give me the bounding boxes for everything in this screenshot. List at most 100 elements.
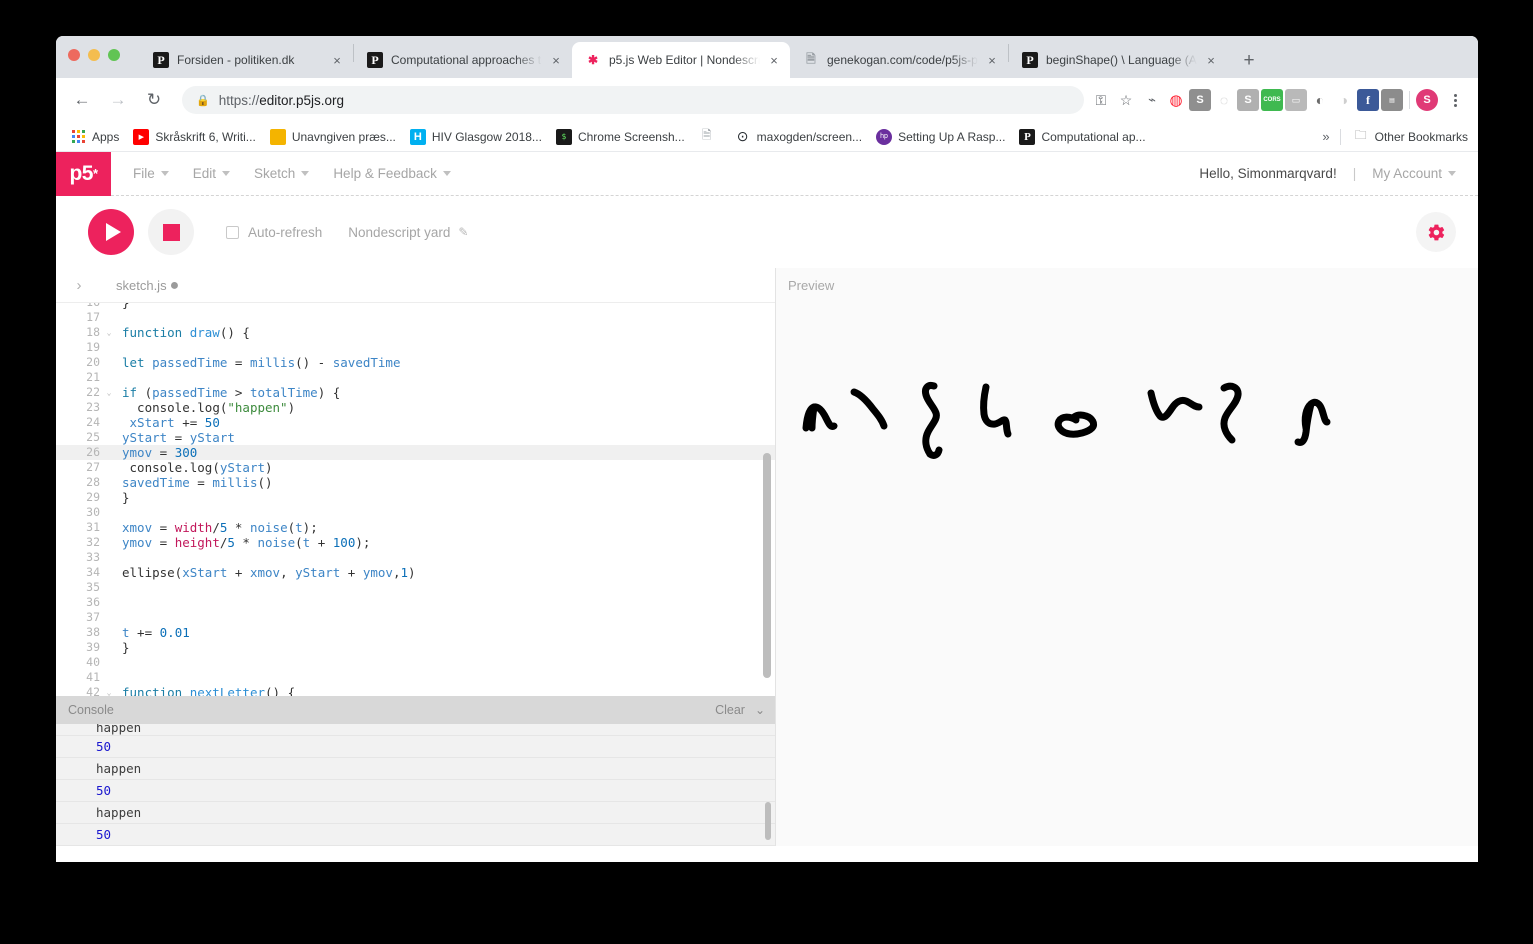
code-fold-icon[interactable]: ⌄ xyxy=(104,385,114,400)
play-button[interactable] xyxy=(88,209,134,255)
blocks-icon[interactable]: ▤ xyxy=(1381,89,1403,111)
tab-title: Computational approaches to t xyxy=(391,53,542,67)
cast-icon[interactable]: ⌁ xyxy=(1141,89,1163,111)
bookmark-item[interactable]: Unavngiven præs... xyxy=(269,128,396,145)
s-icon[interactable]: S xyxy=(1189,89,1211,111)
menu-edit[interactable]: Edit xyxy=(193,166,231,181)
browser-tab[interactable]: 🗎 genekogan.com/code/p5js-per × xyxy=(790,42,1008,78)
code-line[interactable]: 17 xyxy=(56,310,775,325)
code-line[interactable]: 29} xyxy=(56,490,775,505)
code-line[interactable]: 40 xyxy=(56,655,775,670)
skype-icon[interactable]: S xyxy=(1237,89,1259,111)
dots-circle-icon[interactable]: ◌ xyxy=(1213,89,1235,111)
back-icon[interactable]: ← xyxy=(68,86,96,114)
code-line[interactable]: 27 console.log(yStart) xyxy=(56,460,775,475)
menu-file[interactable]: File xyxy=(133,166,169,181)
star-icon[interactable]: ☆ xyxy=(1115,89,1137,111)
code-line[interactable]: 39} xyxy=(56,640,775,655)
p5-logo[interactable]: p5 * xyxy=(56,151,111,196)
key-icon[interactable]: ⚿ xyxy=(1090,89,1112,111)
chevron-down-icon xyxy=(160,171,169,176)
stop-button[interactable] xyxy=(148,209,194,255)
bookmarks-overflow-icon[interactable]: » xyxy=(1322,129,1329,144)
half-circle-icon[interactable]: ◑ xyxy=(1333,89,1355,111)
profile-avatar[interactable]: S xyxy=(1416,89,1438,111)
bookmark-item[interactable]: 🗎 xyxy=(699,128,721,145)
code-line[interactable]: 23 console.log("happen") xyxy=(56,400,775,415)
settings-button[interactable] xyxy=(1416,212,1456,252)
reload-icon[interactable]: ↻ xyxy=(140,86,168,114)
code-line[interactable]: 34 ellipse(xStart + xmov, yStart + ymov,1… xyxy=(56,565,775,580)
menu-help[interactable]: Help & Feedback xyxy=(333,166,451,181)
minimize-window-button[interactable] xyxy=(88,49,100,61)
sidebar-expand-icon[interactable]: › xyxy=(62,277,96,294)
close-icon[interactable]: × xyxy=(766,52,782,68)
browser-tab[interactable]: P Computational approaches to t × xyxy=(354,42,572,78)
chevron-down-icon[interactable]: ⌄ xyxy=(755,703,765,717)
bookmark-item[interactable]: ⊙ maxogden/screen... xyxy=(735,128,862,145)
close-icon[interactable]: × xyxy=(984,52,1000,68)
code-line[interactable]: 24 xStart += 50 xyxy=(56,415,775,430)
opera-vpn-icon[interactable]: ◍ xyxy=(1165,89,1187,111)
sketch-canvas[interactable] xyxy=(776,308,1478,846)
editor-scrollbar[interactable] xyxy=(763,453,771,678)
code-fold-icon[interactable]: ⌄ xyxy=(104,325,114,340)
code-line[interactable]: 16} xyxy=(56,303,775,310)
code-line[interactable]: 26 ymov = 300 xyxy=(56,445,775,460)
address-bar[interactable]: 🔒 https://editor.p5js.org xyxy=(182,86,1084,114)
console-scrollbar[interactable] xyxy=(765,802,771,840)
code-editor[interactable]: 16} 17 18 ⌄ function draw() {19 20 let passedT… xyxy=(56,302,775,696)
code-line[interactable]: 31 xmov = width/5 * noise(t); xyxy=(56,520,775,535)
browser-tab-active[interactable]: ✱ p5.js Web Editor | Nondescript × xyxy=(572,42,790,78)
my-account-menu[interactable]: My Account xyxy=(1372,166,1456,181)
file-tab-sketch-js[interactable]: sketch.js ● xyxy=(116,277,179,293)
code-lines[interactable]: 16} 17 18 ⌄ function draw() {19 20 let passedT… xyxy=(56,303,775,696)
menu-sketch[interactable]: Sketch xyxy=(254,166,310,181)
code-line[interactable]: 37 xyxy=(56,610,775,625)
facebook-icon[interactable]: f xyxy=(1357,89,1379,111)
console-clear-button[interactable]: Clear xyxy=(715,703,745,717)
line-number: 31 xyxy=(86,520,100,534)
forward-icon[interactable]: → xyxy=(104,86,132,114)
code-line[interactable]: 28 savedTime = millis() xyxy=(56,475,775,490)
close-icon[interactable]: × xyxy=(548,52,564,68)
console-output[interactable]: happen 50 happen 50 happen 50 xyxy=(56,724,775,846)
code-line[interactable]: 25 yStart = yStart xyxy=(56,430,775,445)
browser-tab[interactable]: P Forsiden - politiken.dk × xyxy=(140,42,353,78)
bookmark-item[interactable]: H HIV Glasgow 2018... xyxy=(409,128,542,145)
bookmark-apps[interactable]: Apps xyxy=(70,129,119,145)
code-line[interactable]: 20 let passedTime = millis() - savedTime xyxy=(56,355,775,370)
code-line[interactable]: 22 ⌄ if (passedTime > totalTime) { xyxy=(56,385,775,400)
kebab-menu-icon[interactable] xyxy=(1444,93,1466,107)
code-line[interactable]: 32 ymov = height/5 * noise(t + 100); xyxy=(56,535,775,550)
close-window-button[interactable] xyxy=(68,49,80,61)
maximize-window-button[interactable] xyxy=(108,49,120,61)
code-line[interactable]: 19 xyxy=(56,340,775,355)
close-icon[interactable]: × xyxy=(1203,52,1219,68)
bookmark-item[interactable]: hp Setting Up A Rasp... xyxy=(876,128,1005,145)
bookmark-item[interactable]: P Computational ap... xyxy=(1019,128,1146,145)
pencil-icon[interactable]: ✎ xyxy=(458,225,468,239)
code-line[interactable]: 36 xyxy=(56,595,775,610)
code-line[interactable]: 33 xyxy=(56,550,775,565)
code-line[interactable]: 42 ⌄ function nextLetter() { xyxy=(56,685,775,696)
other-bookmarks-button[interactable]: 🗀 Other Bookmarks xyxy=(1353,128,1468,145)
code-line[interactable]: 35 xyxy=(56,580,775,595)
cors-icon[interactable]: CORS xyxy=(1261,89,1283,111)
bookmark-item[interactable]: $ Chrome Screensh... xyxy=(555,128,685,145)
code-line[interactable]: 18 ⌄ function draw() { xyxy=(56,325,775,340)
close-icon[interactable]: × xyxy=(329,52,345,68)
bookmark-item[interactable]: ▶ Skråskrift 6, Writi... xyxy=(133,128,256,145)
moon-icon[interactable]: ◐ xyxy=(1309,89,1331,111)
code-line[interactable]: 21 xyxy=(56,370,775,385)
browser-tab[interactable]: P beginShape() \ Language (API) × xyxy=(1009,42,1227,78)
speech-icon[interactable]: ▭ xyxy=(1285,89,1307,111)
code-fold-icon[interactable]: ⌄ xyxy=(104,685,114,696)
new-tab-button[interactable]: + xyxy=(1235,46,1263,74)
auto-refresh-toggle[interactable]: Auto-refresh xyxy=(226,225,322,240)
sketch-name[interactable]: Nondescript yard ✎ xyxy=(348,225,468,240)
code-line[interactable]: 41 xyxy=(56,670,775,685)
auto-refresh-checkbox[interactable] xyxy=(226,225,239,239)
code-line[interactable]: 30 xyxy=(56,505,775,520)
code-line[interactable]: 38 t += 0.01 xyxy=(56,625,775,640)
